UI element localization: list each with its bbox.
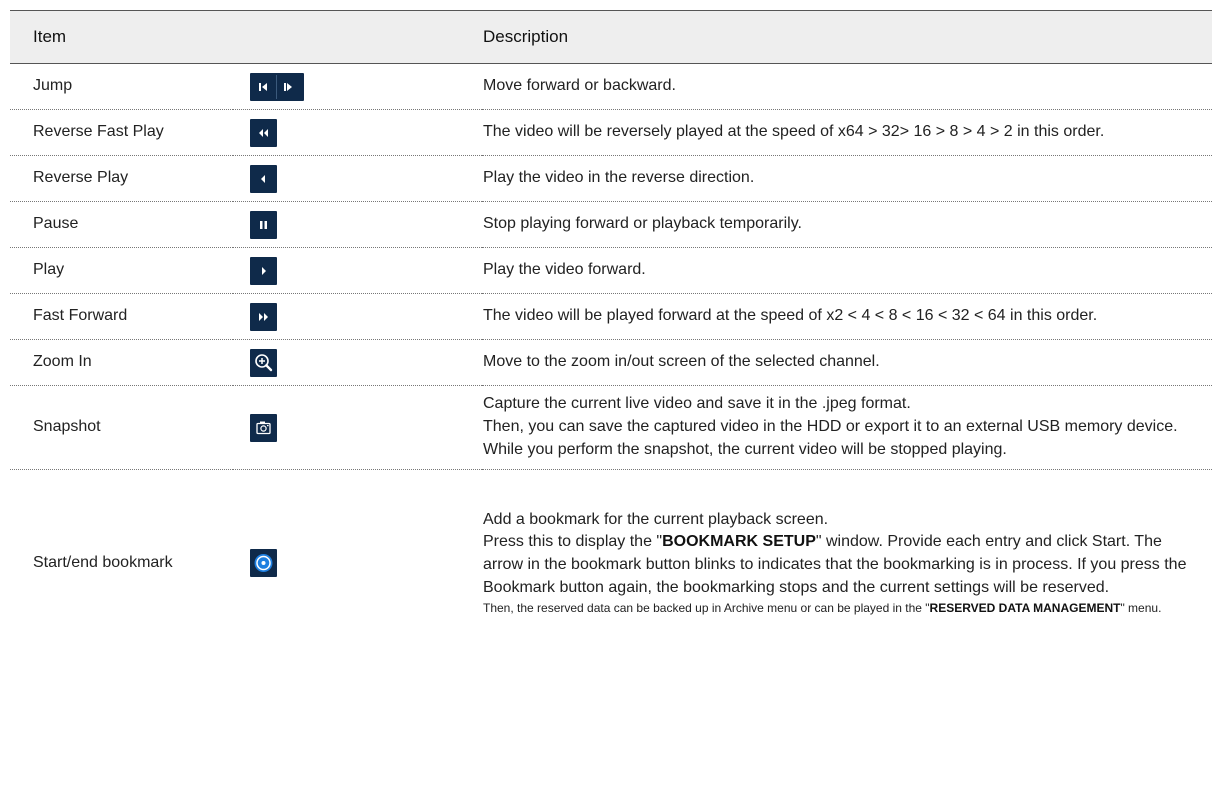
row-item-label: Play bbox=[10, 247, 233, 294]
table-row: Pause Stop playing forward or playback t… bbox=[10, 201, 1212, 248]
bookmark-icon[interactable] bbox=[250, 549, 277, 577]
table-header-row: Item Description bbox=[10, 10, 1212, 64]
row-description: The video will be played forward at the … bbox=[482, 293, 1212, 340]
text-span: " menu. bbox=[1120, 601, 1162, 616]
row-description: The video will be reversely played at th… bbox=[482, 109, 1212, 156]
row-description: Move to the zoom in/out screen of the se… bbox=[482, 339, 1212, 386]
snapshot-desc-line: Capture the current live video and save … bbox=[483, 395, 911, 413]
bookmark-desc-p3: Then, the reserved data can be backed up… bbox=[483, 599, 1206, 617]
header-description: Description bbox=[482, 10, 1212, 64]
row-icon-cell bbox=[233, 201, 482, 248]
row-icon-cell bbox=[233, 339, 482, 386]
row-item-label: Fast Forward bbox=[10, 293, 233, 340]
row-item-label: Pause bbox=[10, 201, 233, 248]
snapshot-camera-icon[interactable] bbox=[250, 413, 277, 442]
bookmark-desc-p1: Add a bookmark for the current playback … bbox=[483, 510, 829, 528]
bookmark-setup-label: BOOKMARK SETUP bbox=[662, 533, 816, 551]
header-icon-column bbox=[233, 10, 482, 64]
row-description: Play the video forward. bbox=[482, 247, 1212, 294]
play-icon[interactable] bbox=[250, 256, 277, 285]
button-description-table: Item Description Jump Move forward or ba… bbox=[10, 10, 1212, 656]
table-row: Play Play the video forward. bbox=[10, 247, 1212, 294]
snapshot-desc-line: While you perform the snapshot, the curr… bbox=[483, 440, 1007, 458]
row-description: Stop playing forward or playback tempora… bbox=[482, 201, 1212, 248]
table-row: Snapshot Capture the current live video … bbox=[10, 385, 1212, 470]
row-description: Move forward or backward. bbox=[482, 63, 1212, 110]
row-item-label: Jump bbox=[10, 63, 233, 110]
row-description: Add a bookmark for the current playback … bbox=[482, 470, 1212, 657]
row-item-label: Snapshot bbox=[10, 385, 233, 470]
snapshot-desc-line: Then, you can save the captured video in… bbox=[483, 418, 1178, 436]
text-span: Then, the reserved data can be backed up… bbox=[483, 601, 930, 616]
row-icon-cell bbox=[233, 293, 482, 340]
reverse-fast-play-icon[interactable] bbox=[250, 118, 277, 147]
reverse-play-icon[interactable] bbox=[250, 164, 277, 193]
row-icon-cell bbox=[233, 385, 482, 470]
table-row: Zoom In Move to the zoom in/out screen o… bbox=[10, 339, 1212, 386]
row-icon-cell bbox=[233, 155, 482, 202]
table-row: Reverse Play Play the video in the rever… bbox=[10, 155, 1212, 202]
header-item: Item bbox=[10, 10, 233, 64]
reserved-data-management-label: RESERVED DATA MANAGEMENT bbox=[929, 601, 1121, 616]
row-description: Capture the current live video and save … bbox=[482, 385, 1212, 470]
row-icon-cell bbox=[233, 109, 482, 156]
row-icon-cell bbox=[233, 247, 482, 294]
row-item-label: Zoom In bbox=[10, 339, 233, 386]
fast-forward-icon[interactable] bbox=[250, 302, 277, 331]
row-description: Play the video in the reverse direction. bbox=[482, 155, 1212, 202]
row-icon-cell bbox=[233, 63, 482, 110]
zoom-in-icon[interactable] bbox=[250, 348, 277, 377]
table-row: Fast Forward The video will be played fo… bbox=[10, 293, 1212, 340]
table-row: Start/end bookmark Add a bookmark for th… bbox=[10, 470, 1212, 657]
row-item-label: Reverse Fast Play bbox=[10, 109, 233, 156]
pause-icon[interactable] bbox=[250, 210, 277, 239]
row-item-label: Start/end bookmark bbox=[33, 553, 173, 571]
table-row: Jump Move forward or backward. bbox=[10, 63, 1212, 110]
jump-back-forward-icon[interactable] bbox=[250, 72, 304, 101]
table-row: Reverse Fast Play The video will be reve… bbox=[10, 109, 1212, 156]
text-span: Press this to display the " bbox=[483, 533, 663, 551]
bookmark-desc-p2: Press this to display the "BOOKMARK SETU… bbox=[483, 531, 1206, 599]
row-item-label: Reverse Play bbox=[10, 155, 233, 202]
row-icon-cell bbox=[233, 470, 482, 657]
